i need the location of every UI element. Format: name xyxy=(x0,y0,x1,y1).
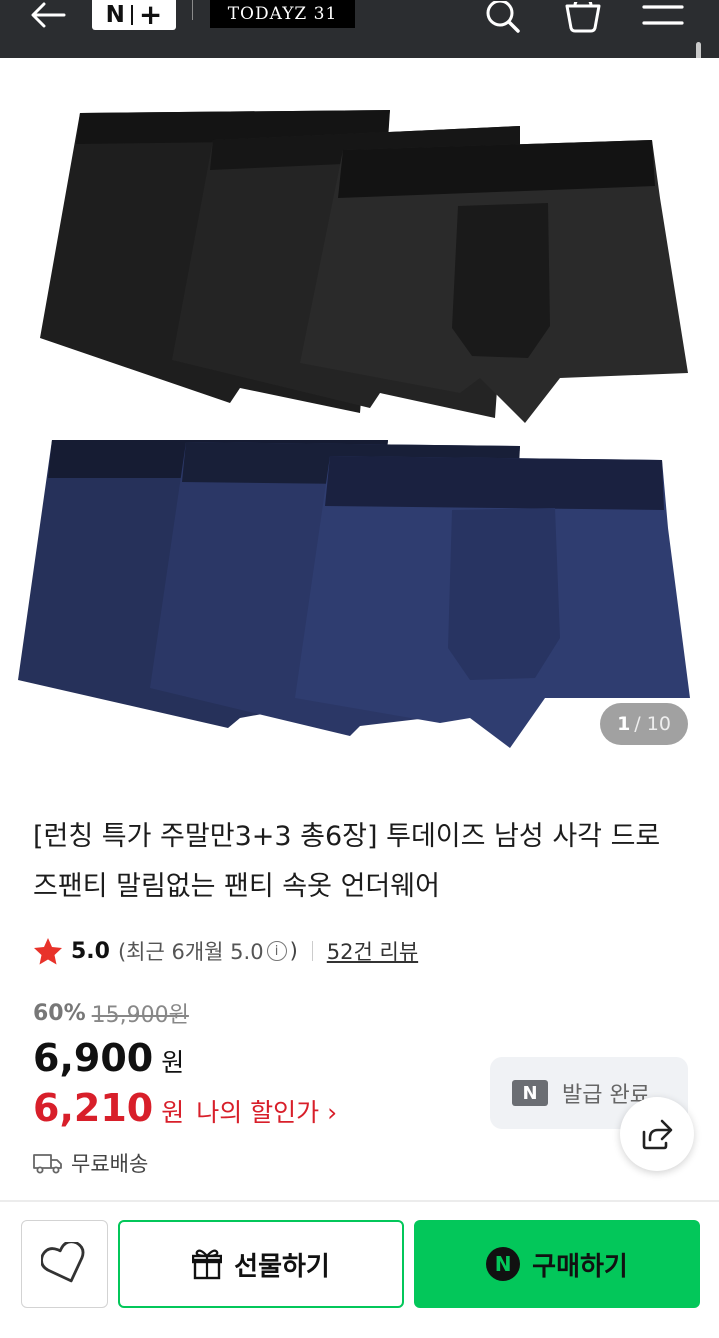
header-divider xyxy=(192,0,193,20)
product-title: [런칭 특가 주말만3+3 총6장] 투데이즈 남성 사각 드로즈팬티 말림없는… xyxy=(33,821,661,902)
search-button[interactable] xyxy=(478,0,528,36)
back-arrow-icon xyxy=(31,2,66,28)
cart-icon xyxy=(565,2,601,33)
image-counter-current: 1 xyxy=(617,713,631,735)
original-price: 15,900원 xyxy=(91,1003,189,1028)
product-image-gallery[interactable] xyxy=(0,58,719,770)
naver-n-icon: N xyxy=(512,1080,548,1106)
image-counter-total: / 10 xyxy=(634,713,671,735)
product-photo xyxy=(18,110,690,748)
price-row: 6,900 원 xyxy=(33,1036,184,1080)
my-discount-price-link[interactable]: 6,210 원 나의 할인가 › xyxy=(33,1086,337,1130)
naver-plus-logo[interactable]: N + xyxy=(92,0,176,30)
search-icon xyxy=(486,1,520,33)
rating-score: 5.0 xyxy=(71,938,110,964)
gift-label: 선물하기 xyxy=(234,1251,330,1282)
shipping-row: 무료배송 xyxy=(33,1148,148,1178)
logo-separator xyxy=(130,5,133,25)
top-bar: N + TODAYZ 31 xyxy=(0,0,719,58)
heart-icon xyxy=(40,1242,84,1283)
discount-row: 60% 15,900원 xyxy=(33,997,189,1029)
truck-icon xyxy=(33,1154,62,1174)
menu-button[interactable] xyxy=(638,0,688,36)
logo-n: N xyxy=(105,1,125,28)
gift-icon xyxy=(192,1249,223,1280)
recent-rating-close: ) xyxy=(289,939,298,963)
info-icon[interactable]: i xyxy=(266,941,287,961)
my-price: 6,210 xyxy=(33,1086,154,1130)
store-logo[interactable]: TODAYZ 31 xyxy=(210,0,355,28)
back-button[interactable] xyxy=(22,0,74,30)
wishlist-button[interactable] xyxy=(21,1220,108,1308)
share-icon xyxy=(642,1119,673,1150)
recent-rating-text: (최근 6개월 5.0 xyxy=(117,940,264,964)
naver-pay-icon: N xyxy=(486,1247,521,1281)
navy-briefs xyxy=(18,440,690,748)
buy-button[interactable]: N 구매하기 xyxy=(414,1220,700,1308)
chevron-right-icon: › xyxy=(327,1098,338,1127)
black-briefs xyxy=(40,110,688,423)
my-price-label: 나의 할인가 xyxy=(196,1098,320,1127)
discount-percent: 60% xyxy=(33,1000,86,1026)
cart-button[interactable] xyxy=(558,0,608,36)
sale-price: 6,900 xyxy=(33,1036,154,1080)
image-counter: 1 / 10 xyxy=(600,703,688,745)
star-icon xyxy=(34,938,62,965)
buy-label: 구매하기 xyxy=(532,1251,628,1282)
logo-plus: + xyxy=(138,0,163,31)
rating-divider xyxy=(311,941,313,961)
menu-icon xyxy=(642,5,684,25)
share-button[interactable] xyxy=(620,1097,694,1171)
reviews-link[interactable]: 52건 리뷰 xyxy=(327,936,418,966)
sale-price-unit: 원 xyxy=(161,1048,185,1077)
gift-button[interactable]: 선물하기 xyxy=(118,1220,404,1308)
my-price-unit: 원 xyxy=(161,1098,185,1127)
shipping-text: 무료배송 xyxy=(71,1152,149,1176)
rating-row: 5.0 (최근 6개월 5.0 i ) 52건 리뷰 xyxy=(33,932,418,970)
